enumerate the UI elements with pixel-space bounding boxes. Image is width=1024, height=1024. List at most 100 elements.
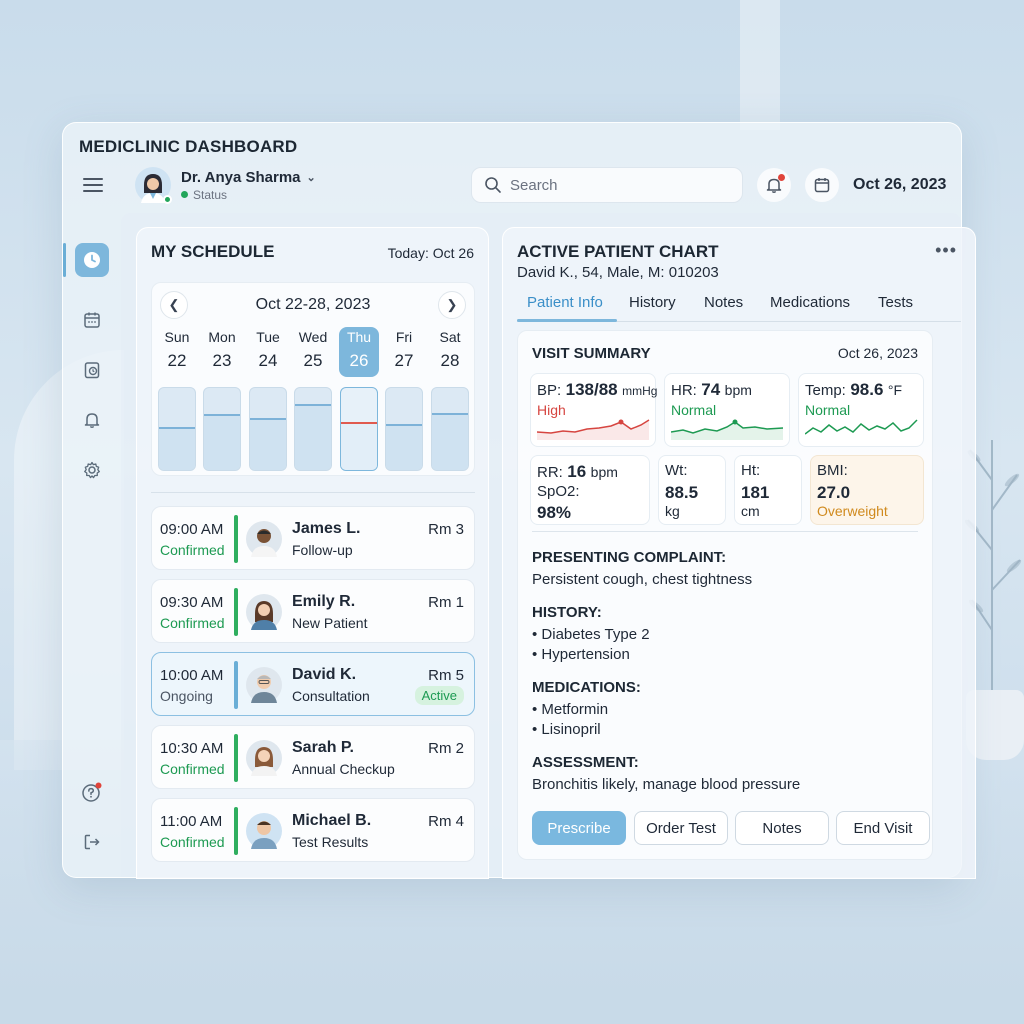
visit-summary-card: VISIT SUMMARY Oct 26, 2023 BP: 138/88 mm… [517, 330, 933, 860]
sidebar-item-schedule[interactable] [75, 243, 109, 277]
appointment-item[interactable]: 10:30 AM Confirmed Sarah P. Annual Check… [151, 725, 475, 789]
search-icon [485, 177, 501, 193]
summary-divider [532, 531, 918, 532]
more-options-icon[interactable]: ••• [935, 240, 957, 261]
rr-spo2-card: RR: 16 bpm SpO2: 98% [530, 455, 650, 525]
end-visit-button[interactable]: End Visit [836, 811, 930, 845]
appointment-item-active[interactable]: 10:00 AM Ongoing David K. Consultation R… [151, 652, 475, 716]
day-thu[interactable]: Thu 26 [339, 329, 379, 371]
appointment-type: New Patient [292, 615, 368, 631]
day-name: Wed [298, 329, 328, 345]
day-sun[interactable]: Sun 22 [157, 329, 197, 371]
day-load-bar [294, 387, 332, 471]
clipboard-clock-icon [84, 362, 100, 379]
day-mon[interactable]: Mon 23 [202, 329, 242, 371]
day-name: Fri [395, 329, 413, 345]
clock-icon [84, 252, 100, 268]
room-label: Rm 2 [428, 740, 464, 757]
order-test-button[interactable]: Order Test [634, 811, 728, 845]
day-load-bar [340, 387, 378, 471]
sidebar-item-records[interactable] [75, 353, 109, 387]
day-fri[interactable]: Fri 27 [384, 329, 424, 371]
bp-value: 138/88 [565, 380, 618, 399]
tab-medications[interactable]: Medications [770, 294, 850, 311]
sidebar-item-calendar[interactable] [75, 303, 109, 337]
spo2-label: SpO2: [537, 483, 580, 500]
day-wed[interactable]: Wed 25 [293, 329, 333, 371]
patient-name: David K. [292, 666, 357, 683]
notification-dot [778, 174, 785, 181]
logout-icon [84, 834, 100, 850]
height-unit: cm [741, 503, 760, 519]
rr-unit: bpm [590, 464, 618, 480]
next-week-button[interactable]: ❯ [438, 291, 466, 319]
day-load-bar [385, 387, 423, 471]
day-date: 28 [440, 351, 460, 370]
temp-card: Temp: 98.6 °F Normal [798, 373, 924, 447]
day-date: 26 [349, 351, 369, 370]
status-dot [181, 191, 188, 198]
tab-notes[interactable]: Notes [704, 294, 743, 311]
tab-history[interactable]: History [629, 294, 676, 311]
appointment-item[interactable]: 11:00 AM Confirmed Michael B. Test Resul… [151, 798, 475, 862]
appointment-time: 09:30 AM [160, 594, 224, 611]
search-input[interactable] [510, 176, 730, 194]
patient-info-line: David K., 54, Male, M: 010203 [517, 264, 719, 281]
patient-chart-panel: ACTIVE PATIENT CHART ••• David K., 54, M… [502, 227, 976, 879]
bmi-value: 27.0 [817, 483, 851, 502]
sidebar-item-alerts[interactable] [75, 403, 109, 437]
app-window: MEDICLINIC DASHBOARD Dr. Anya Sharma ⌄ St… [62, 122, 976, 879]
summary-title: VISIT SUMMARY [532, 345, 651, 362]
week-calendar: ❮ Oct 22-28, 2023 ❯ Sun 22 Mon 23 Tue 24 We… [151, 282, 475, 476]
medication-item: • Lisinopril [532, 721, 601, 738]
sidebar-item-settings[interactable] [75, 453, 109, 487]
bmi-label: BMI: [817, 462, 848, 479]
appointment-item[interactable]: 09:30 AM Confirmed Emily R. New Patient … [151, 579, 475, 643]
notifications-button[interactable] [757, 168, 791, 202]
bp-sparkline [537, 419, 650, 440]
notes-button[interactable]: Notes [735, 811, 829, 845]
calendar-icon [84, 312, 100, 328]
day-date: 25 [303, 351, 323, 370]
status-bar [234, 807, 238, 855]
temp-label: Temp: [805, 382, 846, 399]
sidebar-item-logout[interactable] [75, 825, 109, 859]
appointment-status: Confirmed [160, 542, 225, 558]
tab-patient-info[interactable]: Patient Info [527, 294, 603, 311]
room-label: Rm 4 [428, 813, 464, 830]
user-menu[interactable]: Dr. Anya Sharma ⌄ Status [135, 167, 316, 204]
summary-date: Oct 26, 2023 [837, 345, 918, 361]
online-indicator [163, 195, 172, 204]
day-load-bar [158, 387, 196, 471]
chart-title: ACTIVE PATIENT CHART [517, 242, 719, 261]
patient-name: Michael B. [292, 812, 372, 829]
calendar-button[interactable] [805, 168, 839, 202]
prescribe-button[interactable]: Prescribe [532, 811, 626, 845]
patient-avatar [246, 594, 282, 630]
active-badge: Active [414, 686, 464, 705]
height-value: 181 [741, 483, 770, 502]
complaint-text: Persistent cough, chest tightness [532, 571, 753, 588]
appointment-type: Annual Checkup [292, 761, 395, 777]
appointment-item[interactable]: 09:00 AM Confirmed James L. Follow-up Rm… [151, 506, 475, 570]
assessment-text: Bronchitis likely, manage blood pressure [532, 776, 801, 793]
room-label: Rm 5 [428, 667, 464, 684]
gear-icon [84, 461, 100, 479]
assessment-heading: ASSESSMENT: [532, 754, 639, 771]
bp-card: BP: 138/88 mmHg High [530, 373, 657, 447]
appointment-type: Test Results [292, 834, 369, 850]
day-load-bar [203, 387, 241, 471]
tab-tests[interactable]: Tests [878, 294, 913, 311]
menu-icon[interactable] [83, 175, 103, 193]
room-label: Rm 3 [428, 521, 464, 538]
history-item: • Diabetes Type 2 [532, 626, 650, 643]
day-load-bar [431, 387, 469, 471]
day-tue[interactable]: Tue 24 [248, 329, 288, 371]
sidebar-item-help[interactable] [75, 775, 109, 809]
chevron-right-icon: ❯ [446, 297, 458, 312]
hr-label: HR: [671, 382, 697, 399]
appointment-time: 10:30 AM [160, 740, 224, 757]
medication-item: • Metformin [532, 701, 609, 718]
day-sat[interactable]: Sat 28 [430, 329, 470, 371]
search-box [471, 167, 743, 203]
